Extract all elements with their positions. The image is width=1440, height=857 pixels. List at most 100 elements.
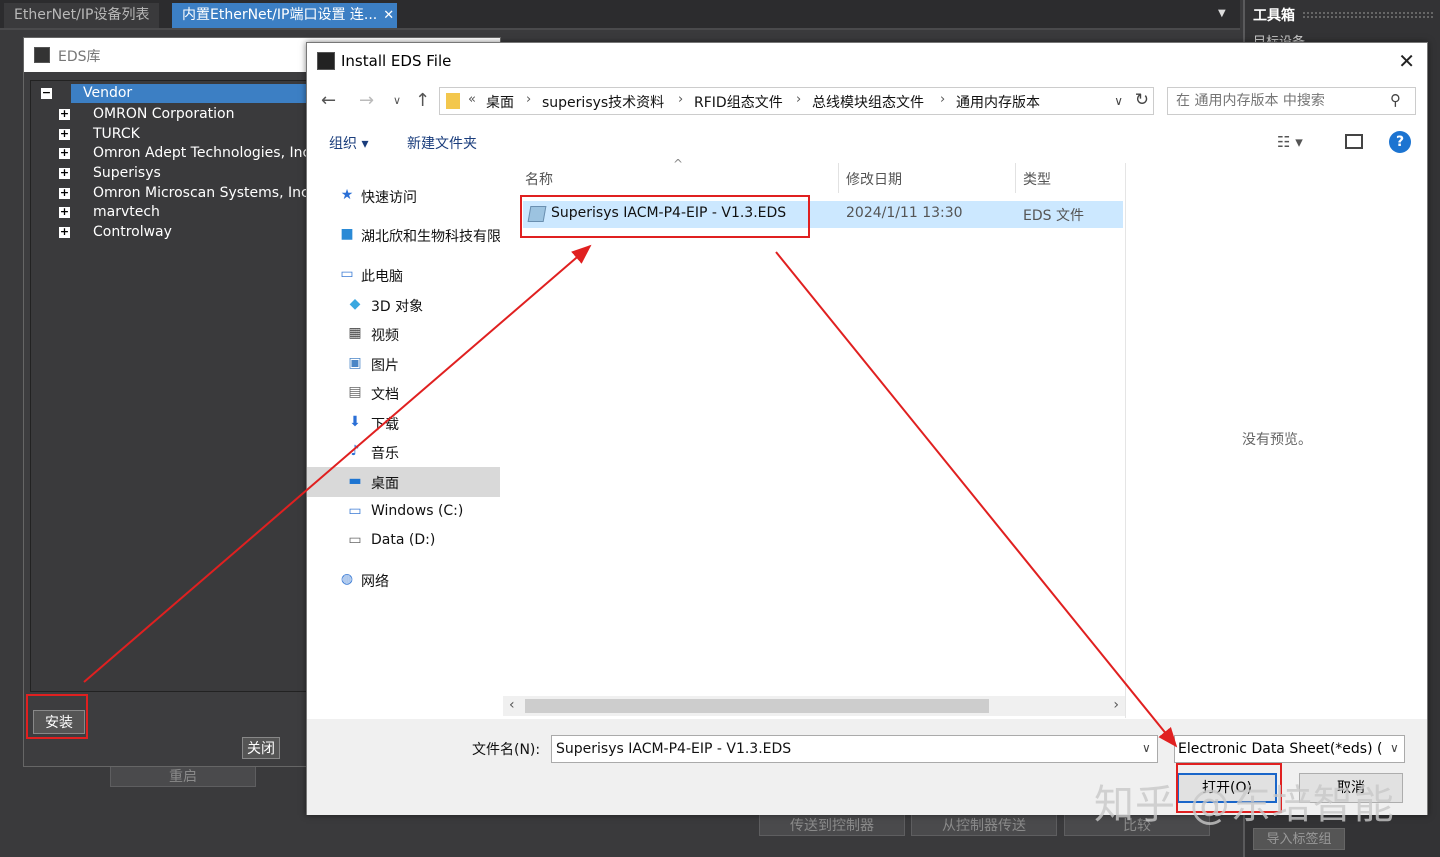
breadcrumb-item[interactable]: 总线模块组态文件 <box>812 92 924 112</box>
tree-item-vendor[interactable]: + TURCK <box>59 124 319 144</box>
tree-item-vendor[interactable]: + Controlway <box>59 222 319 242</box>
file-date: 2024/1/11 13:30 <box>846 205 963 221</box>
filename-input[interactable] <box>551 735 1158 763</box>
nav-item-network[interactable]: ◍ 网络 <box>307 565 500 595</box>
breadcrumb-separator-icon[interactable]: › <box>678 92 683 107</box>
tree-item-vendor[interactable]: + Superisys <box>59 163 319 183</box>
expand-icon[interactable]: + <box>59 147 70 159</box>
sort-ascending-icon: ^ <box>673 157 684 171</box>
close-icon[interactable]: ✕ <box>1398 49 1415 73</box>
refresh-icon[interactable]: ↻ <box>1135 90 1149 110</box>
expand-icon[interactable]: + <box>59 187 70 199</box>
video-icon: ▦ <box>348 325 362 341</box>
expand-icon[interactable]: + <box>59 128 70 140</box>
document-tab-bar: EtherNet/IP设备列表 内置EtherNet/IP端口设置 连... ✕ … <box>0 0 1240 30</box>
eds-library-title: EDS库 <box>58 49 101 65</box>
transfer-to-controller-button[interactable]: 传送到控制器 <box>759 814 905 836</box>
nav-item-drive-d[interactable]: ▭ Data (D:) <box>307 526 500 556</box>
search-icon[interactable]: ⚲ <box>1390 91 1401 109</box>
desktop-icon: ▬ <box>348 473 362 489</box>
overflow-chevron-icon[interactable]: « <box>468 92 476 107</box>
scroll-right-icon[interactable]: › <box>1113 697 1119 713</box>
view-options-icon[interactable]: ☷ ▾ <box>1277 133 1303 151</box>
back-arrow-icon[interactable]: ← <box>321 90 336 111</box>
preview-pane-toggle-icon[interactable] <box>1345 134 1363 149</box>
tab-ethernet-ip-port-settings[interactable]: 内置EtherNet/IP端口设置 连... ✕ <box>172 3 397 28</box>
nav-item-desktop[interactable]: ▬ 桌面 <box>307 467 500 497</box>
breadcrumb-separator-icon[interactable]: › <box>796 92 801 107</box>
horizontal-scrollbar[interactable]: ‹ › <box>503 696 1125 716</box>
tab-list-dropdown-icon[interactable]: ▼ <box>1218 8 1226 19</box>
tab-ethernet-ip-device-list[interactable]: EtherNet/IP设备列表 <box>4 3 160 28</box>
download-icon: ⬇ <box>349 414 361 430</box>
help-icon[interactable]: ? <box>1389 131 1411 153</box>
nav-item-documents[interactable]: ▤ 文档 <box>307 378 500 408</box>
expand-icon[interactable]: + <box>59 226 70 238</box>
nav-item-videos[interactable]: ▦ 视频 <box>307 319 500 349</box>
nav-item-pictures[interactable]: ▣ 图片 <box>307 349 500 379</box>
column-divider[interactable] <box>1015 163 1016 193</box>
nav-item-cloud-folder[interactable]: ■ 湖北欣和生物科技有限 <box>307 220 500 250</box>
filename-dropdown-icon[interactable]: ∨ <box>1142 741 1151 755</box>
nav-item-downloads[interactable]: ⬇ 下载 <box>307 408 500 438</box>
tree-item-vendor[interactable]: + OMRON Corporation <box>59 104 319 124</box>
scrollbar-thumb[interactable] <box>525 699 989 713</box>
scroll-left-icon[interactable]: ‹ <box>509 697 515 713</box>
nav-item-this-pc[interactable]: ▭ 此电脑 <box>307 260 500 290</box>
breadcrumb-separator-icon[interactable]: › <box>526 92 531 107</box>
column-header-date[interactable]: 修改日期 <box>846 169 902 189</box>
install-eds-file-dialog: Install EDS File ✕ ← → ∨ ↑ « 桌面 › superi… <box>306 42 1428 815</box>
no-preview-text: 没有预览。 <box>1242 432 1312 448</box>
column-divider[interactable] <box>838 163 839 193</box>
dialog-titlebar: Install EDS File ✕ <box>307 43 1427 79</box>
expand-icon[interactable]: + <box>59 108 70 120</box>
search-input[interactable] <box>1167 87 1416 115</box>
column-header-name[interactable]: 名称 <box>525 169 553 189</box>
watermark-text: 知乎 @东培智能 <box>1094 782 1395 828</box>
column-header-type[interactable]: 类型 <box>1023 169 1051 189</box>
recent-locations-chevron-icon[interactable]: ∨ <box>393 94 401 107</box>
command-bar: 组织 ▾ 新建文件夹 ☷ ▾ ? <box>307 127 1427 159</box>
breadcrumb-item[interactable]: RFID组态文件 <box>694 92 783 112</box>
folder-icon <box>446 93 460 109</box>
network-icon: ◍ <box>340 571 354 587</box>
nav-item-quick-access[interactable]: ★ 快速访问 <box>307 181 500 211</box>
highlight-file-box <box>520 195 810 238</box>
tree-item-vendor[interactable]: + marvtech <box>59 202 319 222</box>
file-list: ^ 名称 修改日期 类型 Superisys IACM-P4-EIP - V1.… <box>503 157 1125 718</box>
drive-c-icon: ▭ <box>348 503 362 519</box>
nav-item-music[interactable]: ♪ 音乐 <box>307 437 500 467</box>
breadcrumb-item[interactable]: 桌面 <box>486 92 514 112</box>
toolbox-title: 工具箱 <box>1253 8 1295 24</box>
breadcrumb-item[interactable]: 通用内存版本 <box>956 92 1040 112</box>
nav-item-drive-c[interactable]: ▭ Windows (C:) <box>307 497 500 527</box>
music-icon: ♪ <box>350 443 360 459</box>
new-folder-button[interactable]: 新建文件夹 <box>407 133 477 153</box>
tab-close-icon[interactable]: ✕ <box>383 8 394 23</box>
cloud-folder-icon: ■ <box>340 226 354 242</box>
star-icon: ★ <box>340 187 354 203</box>
breadcrumb-item[interactable]: superisys技术资料 <box>542 92 664 112</box>
transfer-from-controller-button[interactable]: 从控制器传送 <box>911 814 1057 836</box>
file-type-select[interactable]: Electronic Data Sheet(*eds) ( <box>1174 735 1405 763</box>
expand-icon[interactable]: + <box>59 167 70 179</box>
tree-root-vendor[interactable]: − Vendor <box>41 84 307 103</box>
file-type-dropdown-icon[interactable]: ∨ <box>1390 741 1399 755</box>
up-arrow-icon[interactable]: ↑ <box>415 90 430 111</box>
tree-item-vendor[interactable]: + Omron Microscan Systems, Inc. <box>59 183 319 203</box>
dialog-title: Install EDS File <box>341 52 452 70</box>
restart-button[interactable]: 重启 <box>110 765 256 787</box>
organize-button[interactable]: 组织 ▾ <box>329 133 368 153</box>
forward-arrow-icon[interactable]: → <box>359 90 374 111</box>
collapse-icon[interactable]: − <box>41 87 52 99</box>
app-icon <box>317 52 335 70</box>
nav-item-3d-objects[interactable]: ◆ 3D 对象 <box>307 290 500 320</box>
breadcrumb-separator-icon[interactable]: › <box>940 92 945 107</box>
import-tag-group-button[interactable]: 导入标签组 <box>1253 828 1345 850</box>
tree-item-vendor[interactable]: + Omron Adept Technologies, Inc. <box>59 143 319 163</box>
address-bar[interactable]: « 桌面 › superisys技术资料 › RFID组态文件 › 总线模块组态… <box>439 87 1154 115</box>
expand-icon[interactable]: + <box>59 206 70 218</box>
address-dropdown-icon[interactable]: ∨ <box>1114 94 1123 108</box>
close-button[interactable]: 关闭 <box>242 737 280 759</box>
drive-d-icon: ▭ <box>348 532 362 548</box>
